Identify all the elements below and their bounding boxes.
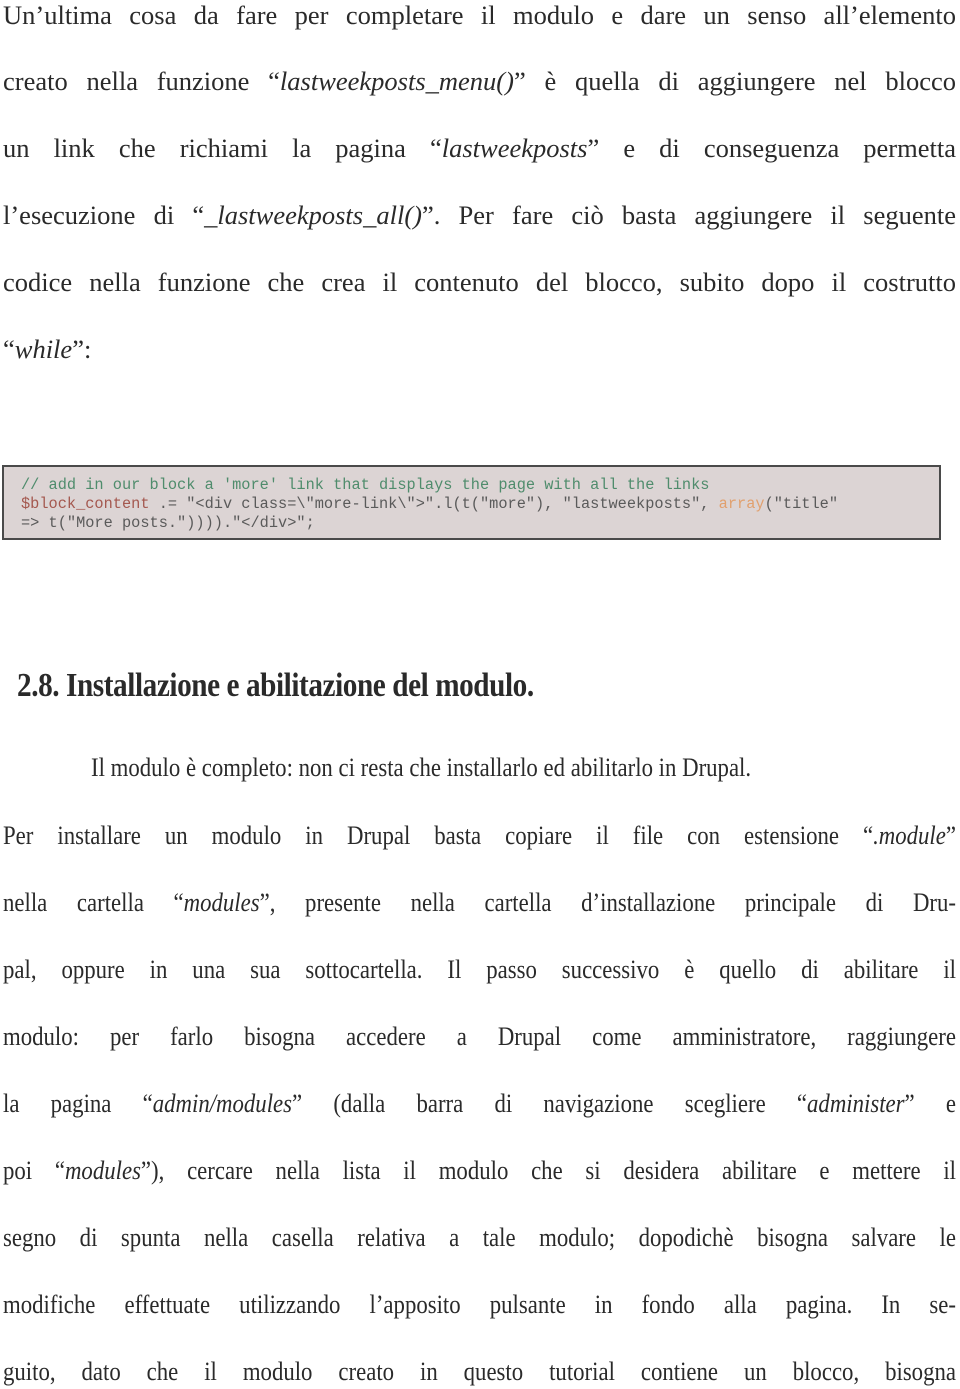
- italic-term: _lastweekposts_all(): [204, 200, 422, 230]
- text-run: l’esecuzione di “: [3, 200, 205, 230]
- text-line: guito, dato che il modulo creato in ques…: [3, 1356, 956, 1386]
- text-run: “: [3, 334, 15, 364]
- text-line: modulo: per farlo bisogna accedere a Dru…: [3, 1021, 956, 1051]
- text-run: modifiche effettuate utilizzando l’appos…: [3, 1289, 956, 1319]
- text-run: ”. Per fare ciò basta aggiungere il segu…: [422, 200, 956, 230]
- text-run: segno di spunta nella casella relativa a…: [3, 1222, 956, 1252]
- text-line: modifiche effettuate utilizzando l’appos…: [3, 1289, 956, 1319]
- text-run: Il modulo è completo: non ci resta che i…: [91, 752, 752, 782]
- text-line: poi “modules”), cercare nella lista il m…: [3, 1155, 956, 1185]
- text-line: la pagina “admin/modules” (dalla barra d…: [3, 1088, 956, 1118]
- italic-term: administer: [807, 1088, 905, 1118]
- text-run: ” è quella di aggiungere nel blocco: [513, 66, 956, 96]
- code-text: => t("More posts."))))."</div>";: [21, 514, 315, 532]
- text-line: l’esecuzione di “_lastweekposts_all()”. …: [3, 200, 956, 230]
- text-run: poi “: [3, 1155, 65, 1185]
- italic-term: lastweekposts_menu(): [279, 66, 514, 96]
- text-run: pal, oppure in una sua sottocartella. Il…: [3, 954, 956, 984]
- text-run: ”, presente nella cartella d’installazio…: [259, 887, 956, 917]
- italic-term: admin/modules: [152, 1088, 293, 1118]
- italic-term: while: [14, 334, 73, 364]
- code-text: ("title": [764, 495, 838, 513]
- text-run: ” e di conseguenza permetta: [587, 133, 957, 163]
- text-run: ”), cercare nella lista il modulo che si…: [140, 1155, 957, 1185]
- text-line: segno di spunta nella casella relativa a…: [3, 1222, 956, 1252]
- text-run: ” e: [904, 1088, 956, 1118]
- text-line: creato nella funzione “lastweekposts_men…: [3, 66, 956, 96]
- code-comment: // add in our block a 'more' link that d…: [21, 476, 710, 494]
- text-run: un link che richiami la pagina “: [3, 133, 442, 163]
- text-line: codice nella funzione che crea il conten…: [3, 267, 956, 297]
- code-keyword: array: [718, 495, 765, 513]
- text-run: ”:: [72, 334, 92, 364]
- code-text: .= "<div class=\"more-link\">".l(t("more…: [149, 495, 719, 513]
- italic-term: .module: [873, 820, 946, 850]
- italic-term: modules: [64, 1155, 141, 1185]
- text-run: ”: [945, 820, 956, 850]
- text-run: guito, dato che il modulo creato in ques…: [3, 1356, 956, 1386]
- section-heading: 2.8. Installazione e abilitazione del mo…: [17, 667, 534, 704]
- text-run: ” (dalla barra di navigazione scegliere …: [292, 1088, 808, 1118]
- italic-term: lastweekposts: [441, 133, 588, 163]
- text-line: Il modulo è completo: non ci resta che i…: [91, 752, 956, 782]
- text-run: Per installare un modulo in Drupal basta…: [3, 820, 874, 850]
- text-line: Per installare un modulo in Drupal basta…: [3, 820, 956, 850]
- text-run: la pagina “: [3, 1088, 153, 1118]
- text-line: pal, oppure in una sua sottocartella. Il…: [3, 954, 956, 984]
- text-line: Un’ultima cosa da fare per completare il…: [3, 0, 956, 30]
- code-variable: $block_content: [21, 495, 150, 513]
- text-line: nella cartella “modules”, presente nella…: [3, 887, 956, 917]
- code-block: // add in our block a 'more' link that d…: [2, 465, 941, 540]
- text-run: Un’ultima cosa da fare per completare il…: [3, 0, 956, 30]
- text-run: codice nella funzione che crea il conten…: [3, 267, 956, 297]
- text-run: modulo: per farlo bisogna accedere a Dru…: [3, 1021, 956, 1051]
- italic-term: modules: [183, 887, 260, 917]
- text-run: nella cartella “: [3, 887, 184, 917]
- text-line: “while”:: [3, 334, 956, 364]
- text-run: creato nella funzione “: [3, 66, 280, 96]
- text-line: un link che richiami la pagina “lastweek…: [3, 133, 956, 163]
